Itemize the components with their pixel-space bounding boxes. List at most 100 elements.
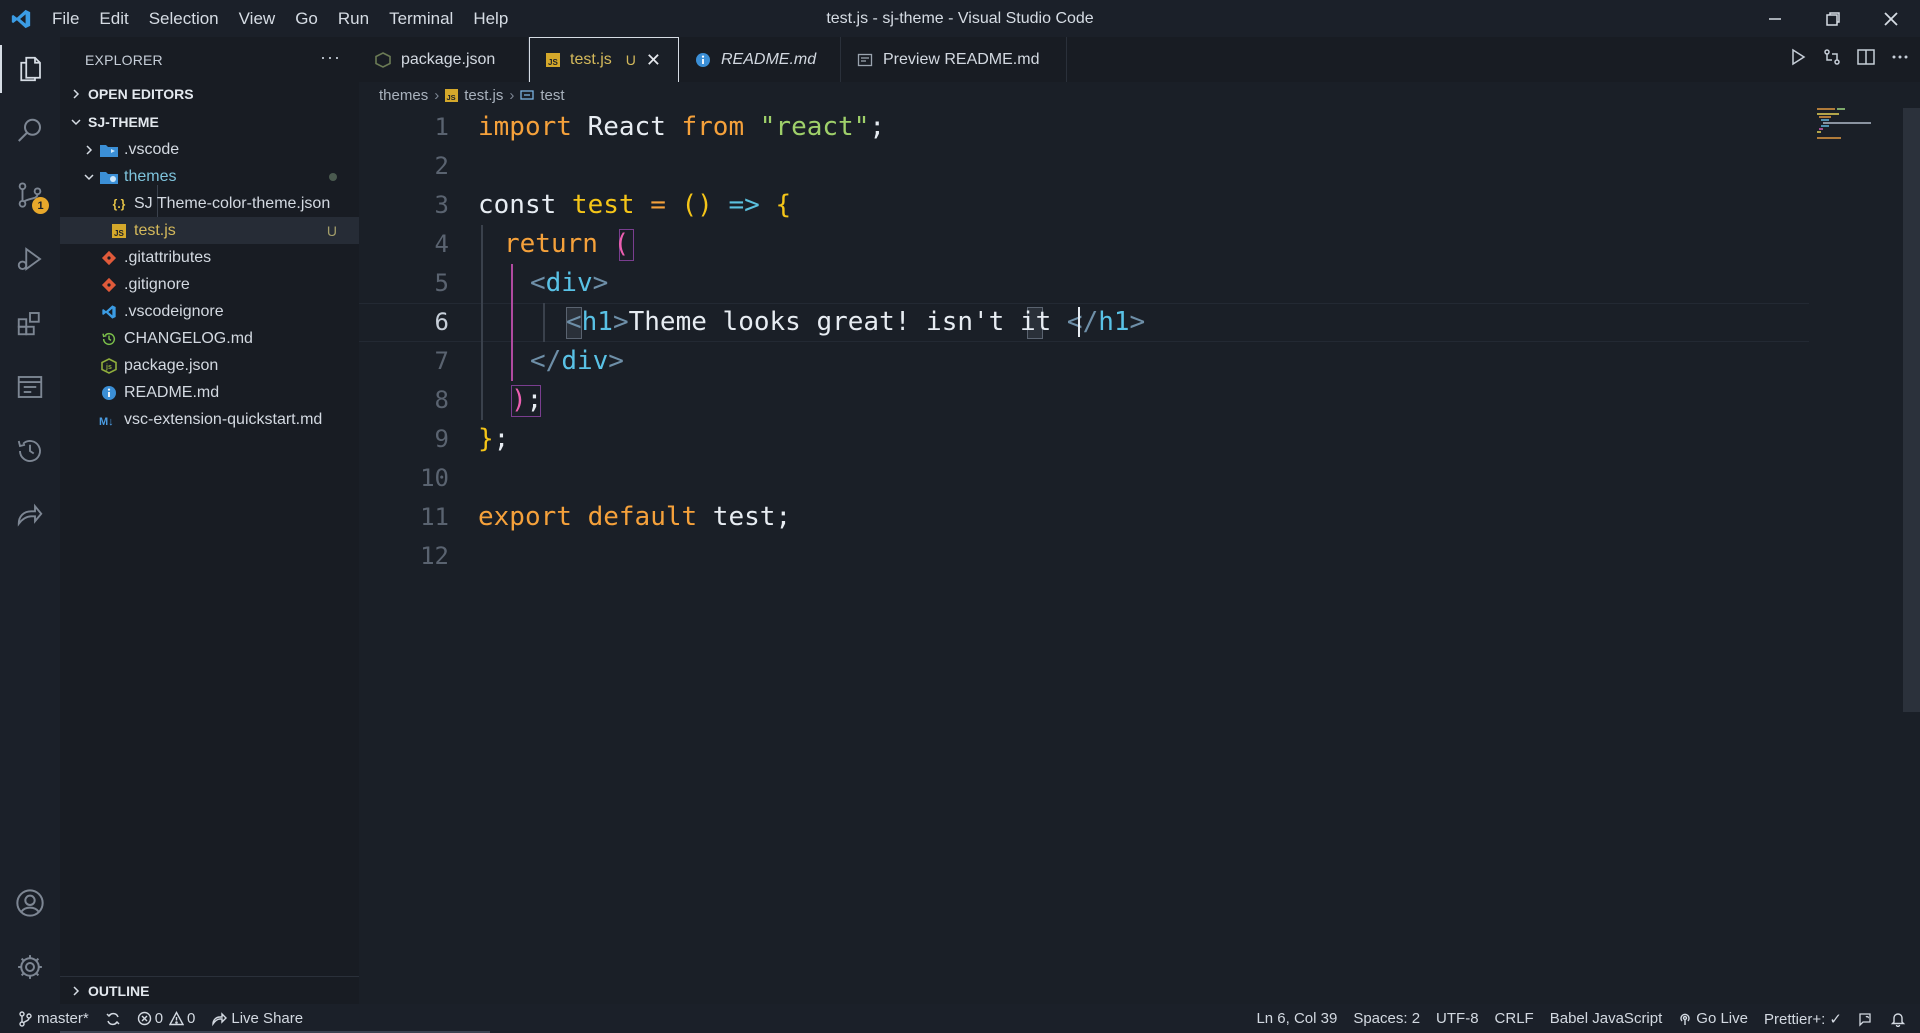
more-actions-icon[interactable]: ··· [320,47,341,68]
explorer-title: EXPLORER [85,51,163,68]
extensions-icon[interactable] [0,293,60,353]
run-debug-icon[interactable] [0,229,60,289]
explorer-icon[interactable] [0,39,60,99]
settings-gear-icon[interactable] [0,937,60,997]
close-window-button[interactable] [1862,0,1920,37]
menu-go[interactable]: Go [285,0,328,37]
token-keyword: from [681,112,745,142]
token-tag-bracket: </ [530,346,562,376]
token-tag: div [545,268,593,298]
feedback-button[interactable] [1850,1004,1882,1033]
indentation[interactable]: Spaces: 2 [1345,1004,1428,1033]
warning-icon [169,1011,185,1026]
menu-run[interactable]: Run [328,0,379,37]
sync-button[interactable] [97,1004,129,1033]
tab-readme[interactable]: README.md [679,37,841,82]
timeline-icon[interactable] [0,421,60,481]
js-file-icon: JS [546,53,560,67]
branch-status[interactable]: master* [0,1004,97,1033]
token-keyword: export [478,502,572,532]
tree-item-themes-folder[interactable]: themes [60,163,359,190]
tab-label: README.md [721,50,817,68]
accounts-icon[interactable] [0,873,60,933]
token-tag: h1 [581,307,613,337]
prettier-status[interactable]: Prettier+: ✓ [1756,1004,1850,1033]
menu-view[interactable]: View [229,0,286,37]
tree-item-gitattributes[interactable]: .gitattributes [60,244,359,271]
window-controls [1746,0,1920,37]
encoding[interactable]: UTF-8 [1428,1004,1487,1033]
tree-item-changelog[interactable]: CHANGELOG.md [60,325,359,352]
minimize-button[interactable] [1746,0,1804,37]
code-editor[interactable]: 1 2 3 4 5 6 7 8 9 10 11 12 import React … [359,108,1920,1004]
tree-item-vscode-folder[interactable]: .vscode [60,136,359,163]
breadcrumb-folder[interactable]: themes [379,87,428,104]
tree-item-label: themes [124,167,177,185]
cursor-position[interactable]: Ln 6, Col 39 [1248,1004,1345,1033]
menu-selection[interactable]: Selection [139,0,229,37]
code-line-3: const test = () => { [478,186,791,225]
minimap[interactable] [1815,108,1905,148]
open-editors-label: OPEN EDITORS [88,86,194,102]
more-actions-icon[interactable] [1890,47,1910,72]
error-count: 0 [154,1010,164,1027]
line-endings[interactable]: CRLF [1487,1004,1542,1033]
modified-dot-icon [329,172,337,181]
git-branch-icon [19,1010,32,1027]
tab-test-js[interactable]: JS test.js U ✕ [529,37,679,82]
split-editor-icon[interactable] [1856,47,1876,72]
live-share-icon[interactable] [0,485,60,545]
svg-text:M↓: M↓ [99,416,114,426]
menu-help[interactable]: Help [463,0,518,37]
vscode-folder-icon [98,141,120,159]
tree-item-test-js[interactable]: JS test.js U [60,217,359,244]
token-tag-bracket: </ [1066,307,1099,337]
outline-section[interactable]: OUTLINE [60,976,359,1004]
tab-package-json[interactable]: package.json [359,37,529,82]
source-control-icon[interactable]: 1 [0,165,60,225]
tree-item-theme-json[interactable]: {.} SJ Theme-color-theme.json [60,190,359,217]
tree-item-label: vsc-extension-quickstart.md [124,410,323,428]
notifications-button[interactable] [1882,1004,1920,1033]
token-punct: ; [869,112,886,142]
svg-text:js: js [105,364,112,371]
tree-item-package-json[interactable]: js package.json [60,352,359,379]
tree-item-label: .vscodeignore [124,302,224,320]
tree-item-readme[interactable]: README.md [60,379,359,406]
tree-item-vscodeignore[interactable]: .vscodeignore [60,298,359,325]
branch-name: master* [37,1010,89,1027]
code-line-6: <h1>Theme looks great! isn't it </h1> [566,303,1145,342]
js-file-icon: JS [445,88,459,102]
search-icon[interactable] [0,101,60,161]
tree-item-quickstart[interactable]: M↓ vsc-extension-quickstart.md [60,406,359,433]
token-paren: ( [613,229,630,259]
menu-edit[interactable]: Edit [89,0,138,37]
line-number: 11 [420,503,449,531]
open-editors-section[interactable]: OPEN EDITORS [60,81,359,107]
git-file-icon [98,276,120,294]
changelog-history-icon [98,330,120,348]
close-tab-button[interactable]: ✕ [646,50,661,71]
tab-preview-readme[interactable]: Preview README.md [841,37,1067,82]
language-mode[interactable]: Babel JavaScript [1542,1004,1671,1033]
run-icon[interactable] [1788,47,1808,72]
token-tag: h1 [1098,307,1130,337]
token-tag-bracket: > [1129,307,1146,337]
editor-scrollbar[interactable] [1903,108,1920,712]
restore-button[interactable] [1804,0,1862,37]
menu-file[interactable]: File [42,0,89,37]
problems-status[interactable]: 0 0 [129,1004,204,1033]
breadcrumb-file[interactable]: test.js [464,87,503,104]
live-share-status[interactable]: Live Share [203,1004,311,1033]
code-line-9: }; [478,420,509,459]
warning-count: 0 [187,1010,196,1027]
go-live-button[interactable]: Go Live [1670,1004,1756,1033]
menu-terminal[interactable]: Terminal [379,0,463,37]
sync-icon [106,1012,120,1025]
tree-item-gitignore[interactable]: .gitignore [60,271,359,298]
remote-explorer-icon[interactable] [0,357,60,417]
token-keyword: return [504,229,598,259]
project-section[interactable]: SJ-THEME [60,109,359,135]
breadcrumb-symbol[interactable]: test [540,87,564,104]
compare-changes-icon[interactable] [1822,47,1842,72]
